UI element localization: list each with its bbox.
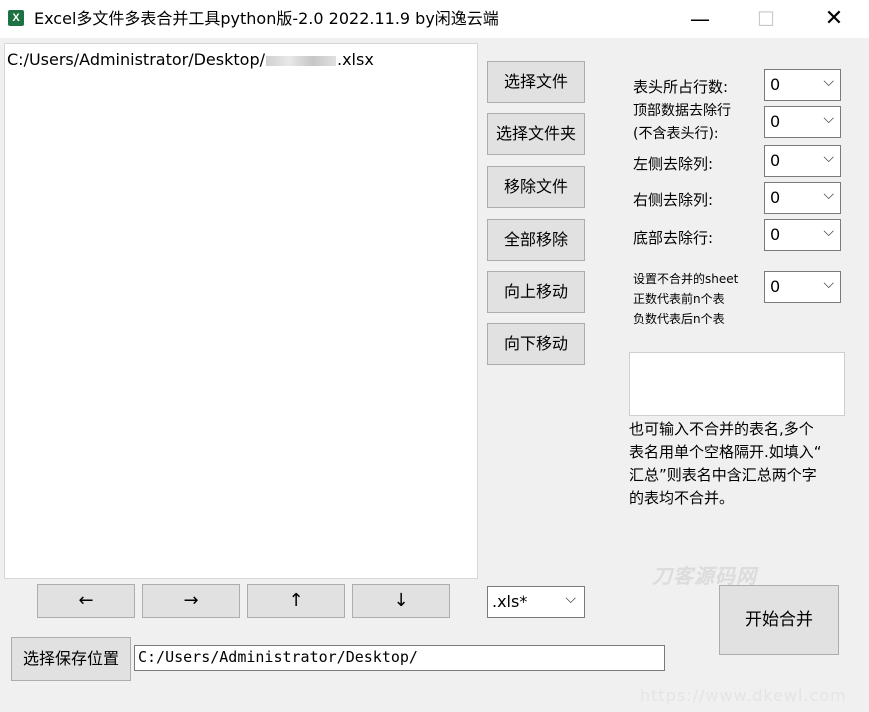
left-remove-select[interactable]: 0 ⌵: [764, 145, 841, 177]
move-right-button[interactable]: →: [142, 584, 240, 618]
remove-file-button[interactable]: 移除文件: [487, 166, 585, 208]
header-rows-label: 表头所占行数:: [633, 78, 729, 96]
minimize-button[interactable]: —: [670, 0, 730, 38]
right-remove-value: 0: [770, 188, 781, 207]
move-down-button[interactable]: 向下移动: [487, 323, 585, 365]
left-remove-label: 左侧去除列:: [633, 155, 714, 173]
chevron-down-icon: ⌵: [823, 224, 834, 240]
hint-line: 的表均不合并。: [629, 489, 735, 507]
file-path-prefix: C:/Users/Administrator/Desktop/: [7, 50, 265, 69]
select-save-location-button[interactable]: 选择保存位置: [11, 637, 131, 681]
close-button[interactable]: ✕: [804, 0, 864, 38]
window-title: Excel多文件多表合并工具python版-2.0 2022.11.9 by闲逸…: [34, 9, 499, 28]
top-remove-select[interactable]: 0 ⌵: [764, 106, 841, 138]
sheet-exclude-select[interactable]: 0 ⌵: [764, 271, 841, 303]
chevron-down-icon: ⌵: [565, 591, 576, 607]
header-rows-value: 0: [770, 75, 781, 94]
sheet-exclude-label-line1: 设置不合并的sheet: [633, 272, 739, 286]
bottom-remove-value: 0: [770, 225, 781, 244]
chevron-down-icon: ⌵: [823, 74, 834, 90]
move-left-button[interactable]: ←: [37, 584, 135, 618]
select-file-button[interactable]: 选择文件: [487, 61, 585, 103]
sheet-exclude-label-line3: 负数代表后n个表: [633, 312, 725, 326]
redacted-filename: [265, 55, 336, 66]
chevron-down-icon: ⌵: [823, 187, 834, 203]
top-remove-value: 0: [770, 112, 781, 131]
exclude-hint-text: 也可输入不合并的表名,多个 表名用单个空格隔开.如填入“ 汇总”则表名中含汇总两…: [629, 418, 857, 510]
start-merge-button[interactable]: 开始合并: [719, 585, 839, 655]
hint-line: 汇总”则表名中含汇总两个字: [629, 466, 817, 484]
file-extension-value: .xls*: [492, 592, 528, 611]
chevron-down-icon: ⌵: [823, 111, 834, 127]
header-rows-select[interactable]: 0 ⌵: [764, 69, 841, 101]
left-remove-value: 0: [770, 151, 781, 170]
file-extension-select[interactable]: .xls* ⌵: [487, 586, 585, 618]
top-remove-label-line2: (不含表头行):: [633, 126, 719, 142]
hint-line: 表名用单个空格隔开.如填入“: [629, 443, 822, 461]
remove-all-button[interactable]: 全部移除: [487, 219, 585, 261]
bottom-remove-label: 底部去除行:: [633, 229, 714, 247]
sheet-exclude-label-line2: 正数代表前n个表: [633, 292, 725, 306]
watermark-url: https://www.dkewl.com: [640, 686, 847, 705]
top-remove-label-line1: 顶部数据去除行: [633, 103, 731, 119]
list-item[interactable]: C:/Users/Administrator/Desktop/ .xlsx: [7, 50, 374, 69]
excel-app-icon: [8, 10, 24, 26]
arrow-down-button[interactable]: ↓: [352, 584, 450, 618]
chevron-down-icon: ⌵: [823, 150, 834, 166]
move-up-button[interactable]: 向上移动: [487, 271, 585, 313]
title-bar: Excel多文件多表合并工具python版-2.0 2022.11.9 by闲逸…: [0, 0, 869, 38]
file-listbox[interactable]: C:/Users/Administrator/Desktop/ .xlsx: [4, 43, 478, 579]
right-remove-label: 右侧去除列:: [633, 191, 714, 209]
select-folder-button[interactable]: 选择文件夹: [487, 113, 585, 155]
chevron-down-icon: ⌵: [823, 276, 834, 292]
bottom-remove-select[interactable]: 0 ⌵: [764, 219, 841, 251]
file-extension: .xlsx: [336, 50, 374, 69]
hint-line: 也可输入不合并的表名,多个: [629, 420, 814, 438]
exclude-sheet-names-input[interactable]: [629, 352, 845, 416]
arrow-up-button[interactable]: ↑: [247, 584, 345, 618]
save-path-input[interactable]: C:/Users/Administrator/Desktop/: [134, 645, 665, 671]
app-window: Excel多文件多表合并工具python版-2.0 2022.11.9 by闲逸…: [0, 0, 869, 712]
right-remove-select[interactable]: 0 ⌵: [764, 182, 841, 214]
maximize-button[interactable]: ☐: [736, 0, 796, 38]
sheet-exclude-value: 0: [770, 277, 781, 296]
